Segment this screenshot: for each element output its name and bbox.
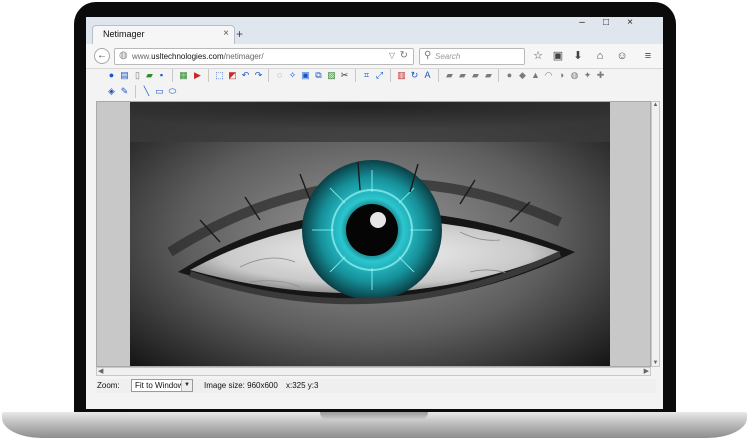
zoom-label: Zoom:: [97, 381, 120, 390]
scroll-left-icon[interactable]: ◀: [98, 367, 103, 375]
shape-layers-icon[interactable]: ▰: [470, 70, 481, 81]
resize-icon[interactable]: ⤢: [374, 70, 385, 81]
zoom-select[interactable]: Fit to Window ▼: [131, 379, 193, 392]
vertical-scrollbar[interactable]: ▲ ▼: [651, 101, 660, 367]
status-bar: Zoom: Fit to Window ▼ Image size: 960x60…: [96, 379, 656, 393]
home-icon[interactable]: ⌂: [592, 48, 608, 64]
shape-parallelogram-icon[interactable]: ▰: [444, 70, 455, 81]
circle-shape-icon[interactable]: ●: [504, 70, 515, 81]
select-all-icon[interactable]: ⬚: [214, 70, 225, 81]
color-picker-icon[interactable]: ▥: [396, 70, 407, 81]
ring-shape-icon[interactable]: ◍: [569, 70, 580, 81]
minimize-button[interactable]: –: [572, 17, 592, 28]
tab-close-icon[interactable]: ×: [223, 28, 229, 39]
ellipse-tool-icon[interactable]: ⬭: [167, 86, 178, 97]
horizontal-scrollbar[interactable]: ◀ ▶: [96, 367, 651, 376]
reading-list-icon[interactable]: ▣: [550, 48, 566, 64]
scroll-down-icon[interactable]: ▼: [652, 360, 659, 366]
text-tool-icon[interactable]: A: [422, 70, 433, 81]
save-icon[interactable]: ▪: [156, 70, 167, 81]
rectangle-tool-icon[interactable]: ▭: [154, 86, 165, 97]
line-tool-icon[interactable]: ╲: [141, 86, 152, 97]
laptop-notch: [320, 412, 428, 420]
import-icon[interactable]: ▦: [178, 70, 189, 81]
redo-icon[interactable]: ↷: [253, 70, 264, 81]
pencil-icon[interactable]: ✎: [119, 86, 130, 97]
new-document-icon[interactable]: ▯: [132, 70, 143, 81]
eye-image: [130, 102, 610, 366]
paste-icon[interactable]: ▨: [326, 70, 337, 81]
url-bar[interactable]: ◍ www.usltechnologies.com/netimager/ ▽ ↻: [114, 48, 414, 65]
eye-photo: [130, 102, 610, 366]
back-button[interactable]: ←: [94, 48, 110, 64]
crop-icon[interactable]: ⌗: [361, 70, 372, 81]
editor-toolbar-bottom: ◈ ✎ ╲ ▭ ⬭: [98, 85, 663, 101]
arch-shape-icon[interactable]: ◠: [543, 70, 554, 81]
shape-stack-icon[interactable]: ▰: [457, 70, 468, 81]
search-placeholder: Search: [435, 52, 461, 61]
crop-select-icon[interactable]: ▣: [300, 70, 311, 81]
puzzle-icon[interactable]: ✚: [595, 70, 606, 81]
eraser-icon[interactable]: ◈: [106, 86, 117, 97]
magic-wand-icon[interactable]: ✧: [287, 70, 298, 81]
shape-blocks-icon[interactable]: ▰: [483, 70, 494, 81]
tab-strip: Netimager × + – □ ×: [86, 17, 663, 44]
undo-icon[interactable]: ↶: [240, 70, 251, 81]
image-size: Image size: 960x600: [204, 381, 278, 390]
chevron-down-icon[interactable]: ▽: [389, 51, 395, 60]
chat-icon[interactable]: ☺: [614, 48, 630, 64]
chevron-down-icon[interactable]: ▼: [181, 380, 192, 391]
search-icon: ⚲: [424, 50, 432, 61]
editor-toolbar-top: ● ▤ ▯ ▰ ▪ ▦ ▶ ⬚ ◩ ↶ ↷ ◌ ✧ ▣ ⧉ ▨ ✂ ⌗ ⤢ ▥ …: [98, 69, 663, 85]
drop-shape-icon[interactable]: ◆: [517, 70, 528, 81]
cursor-coordinates: x:325 y:3: [286, 381, 319, 390]
star-shape-icon[interactable]: ✦: [582, 70, 593, 81]
search-input[interactable]: ⚲ Search: [419, 48, 525, 65]
navigation-bar: ← ◍ www.usltechnologies.com/netimager/ ▽…: [86, 44, 663, 69]
lasso-icon[interactable]: ◌: [274, 70, 285, 81]
scroll-up-icon[interactable]: ▲: [652, 102, 659, 108]
download-icon[interactable]: ⬇: [570, 48, 586, 64]
reload-icon[interactable]: ↻: [400, 50, 408, 61]
new-image-icon[interactable]: ▤: [119, 70, 130, 81]
browser-window: Netimager × + – □ × ← ◍ www.usltechnolog…: [86, 17, 663, 409]
zoom-value: Fit to Window: [135, 381, 184, 390]
export-icon[interactable]: ▶: [192, 70, 203, 81]
image-canvas[interactable]: [96, 101, 651, 367]
open-folder-icon[interactable]: ▰: [144, 70, 155, 81]
bookmark-star-icon[interactable]: ☆: [530, 48, 546, 64]
new-tab-button[interactable]: +: [236, 27, 243, 41]
tab-title: Netimager: [103, 29, 145, 39]
scroll-right-icon[interactable]: ▶: [644, 367, 649, 375]
half-circle-icon[interactable]: ◑: [556, 70, 567, 81]
close-window-button[interactable]: ×: [620, 17, 640, 28]
maximize-button[interactable]: □: [596, 17, 616, 28]
erase-icon[interactable]: ◩: [227, 70, 238, 81]
triangle-shape-icon[interactable]: ▲: [530, 70, 541, 81]
copy-icon[interactable]: ⧉: [313, 70, 324, 81]
url-text: www.usltechnologies.com/netimager/: [132, 52, 264, 61]
tab-netimager[interactable]: Netimager ×: [92, 25, 235, 44]
info-icon[interactable]: ●: [106, 70, 117, 81]
rotate-icon[interactable]: ↻: [409, 70, 420, 81]
cut-icon[interactable]: ✂: [339, 70, 350, 81]
menu-icon[interactable]: ≡: [640, 48, 656, 64]
globe-icon: ◍: [119, 50, 128, 61]
